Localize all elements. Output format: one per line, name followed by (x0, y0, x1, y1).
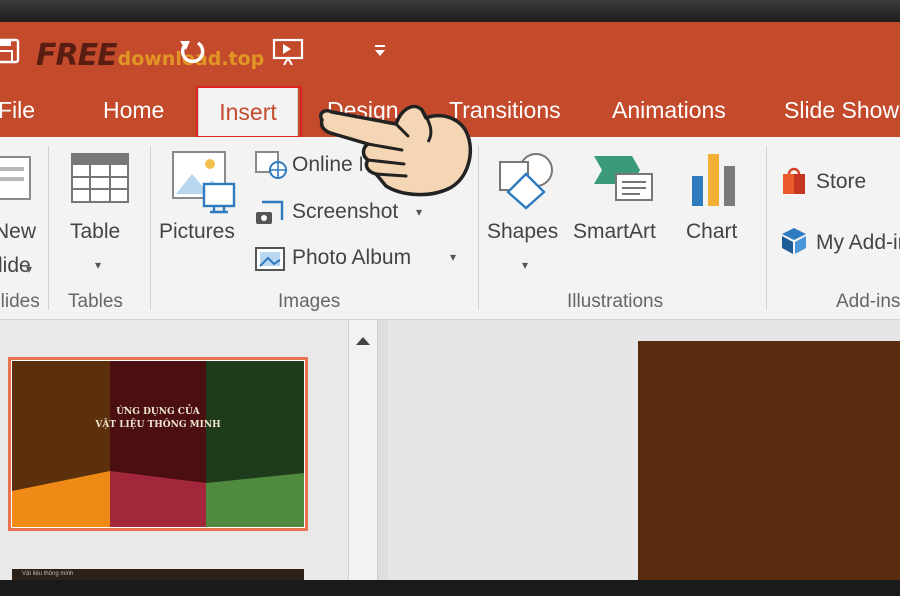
group-label-addins: Add-ins (836, 291, 900, 312)
store-icon[interactable] (780, 166, 808, 196)
slide-thumbnail-title: ỨNG DỤNG CỦA VẬT LIỆU THÔNG MINH (12, 406, 304, 432)
hand-cursor-icon (319, 104, 472, 197)
screen-frame-bottom (0, 580, 900, 596)
screen-frame-top (0, 0, 900, 22)
start-from-beginning-icon[interactable] (272, 36, 306, 66)
chevron-down-icon[interactable]: ▾ (450, 250, 456, 264)
my-addins-icon[interactable] (780, 226, 808, 256)
smartart-button-label[interactable]: SmartArt (573, 220, 656, 244)
slide-thumbnail-2[interactable]: Vật liệu thông minh (12, 569, 304, 580)
tab-slide-show[interactable]: Slide Show (784, 84, 900, 137)
shapes-icon[interactable] (496, 148, 558, 210)
tab-insert[interactable]: Insert (196, 85, 300, 137)
slide-thumbnail-2-title: Vật liệu thông minh (22, 571, 74, 577)
photo-album-icon[interactable] (254, 244, 288, 274)
pictures-button-label[interactable]: Pictures (159, 220, 235, 244)
group-label-tables: Tables (68, 291, 123, 312)
pane-splitter[interactable] (378, 320, 388, 580)
thumbnail-scrollbar[interactable] (348, 320, 378, 580)
table-icon[interactable] (70, 152, 130, 204)
tab-home[interactable]: Home (103, 84, 164, 137)
undo-icon[interactable] (176, 36, 206, 66)
group-separator (766, 146, 767, 310)
chevron-down-icon[interactable]: ▾ (416, 205, 422, 219)
slide-canvas[interactable] (638, 341, 900, 580)
chevron-down-icon[interactable]: ▾ (95, 258, 101, 272)
store-button-label[interactable]: Store (816, 170, 866, 194)
watermark-tld: .top (221, 48, 265, 70)
slide-title-line2: VẬT LIỆU THÔNG MINH (95, 420, 221, 430)
table-button-label[interactable]: Table (70, 220, 120, 244)
chevron-down-icon[interactable]: ▾ (522, 258, 528, 272)
tab-animations[interactable]: Animations (612, 84, 726, 137)
watermark-logo: FREE download .top (36, 38, 265, 73)
new-slide-label-line1[interactable]: New (0, 220, 36, 244)
group-separator (48, 146, 49, 310)
scroll-up-icon[interactable] (349, 326, 377, 356)
watermark-brand: FREE (36, 38, 118, 73)
group-label-slides: Slides (0, 291, 40, 312)
group-separator (150, 146, 151, 310)
photo-album-label[interactable]: Photo Album (292, 246, 411, 270)
screenshot-icon[interactable] (254, 198, 288, 228)
pictures-icon[interactable] (170, 150, 236, 214)
tab-file[interactable]: File (0, 84, 35, 137)
smartart-icon[interactable] (590, 152, 656, 204)
new-slide-icon[interactable] (0, 155, 34, 203)
group-label-illustrations: Illustrations (567, 291, 664, 312)
save-icon[interactable] (0, 36, 22, 64)
customize-qat-icon[interactable] (374, 42, 386, 58)
chart-button-label[interactable]: Chart (686, 220, 737, 244)
slide-title-line1: ỨNG DỤNG CỦA (116, 407, 200, 417)
screenshot-label[interactable]: Screenshot (292, 200, 398, 224)
online-pictures-icon[interactable] (254, 150, 288, 180)
chevron-down-icon[interactable]: ▾ (26, 262, 32, 276)
my-addins-button-label[interactable]: My Add-ins (816, 231, 900, 255)
group-label-images: Images (278, 291, 341, 312)
shapes-button-label[interactable]: Shapes (487, 220, 558, 244)
chart-icon[interactable] (688, 150, 746, 208)
slide-thumbnail-1[interactable] (12, 361, 304, 527)
